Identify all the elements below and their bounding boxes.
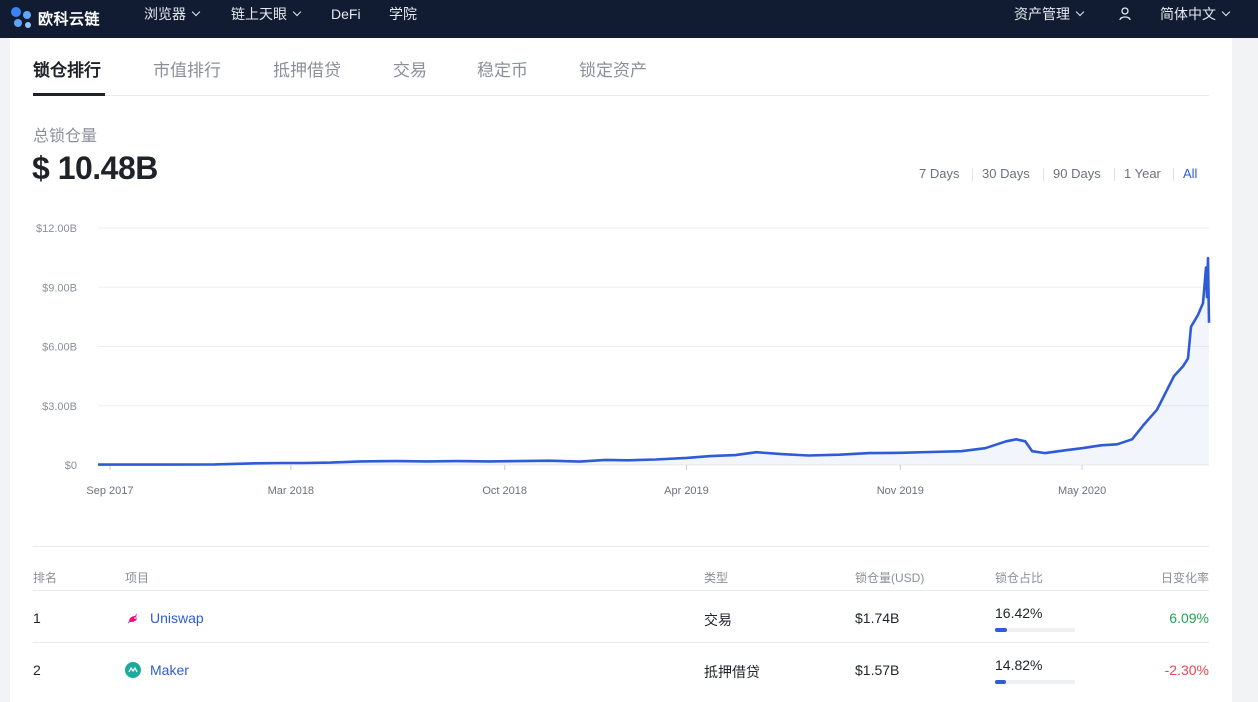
share-progress-bar [995, 680, 1075, 684]
header-rank: 排名 [33, 571, 58, 585]
tvl-ranking-table: 排名 项目 类型 锁仓量(USD) 锁仓占比 日变化率 1 Uniswap 交易… [33, 546, 1209, 684]
chart-gridlines [98, 227, 1209, 466]
chart-series [98, 256, 1211, 466]
uniswap-unicorn-icon [127, 613, 137, 624]
y-tick-label: $6.00B [42, 342, 77, 354]
header-tvl-usd: 锁仓量(USD) [855, 571, 925, 585]
share-cell: 16.42% [995, 605, 1043, 621]
nav-browser-label: 浏览器 [144, 6, 186, 22]
nav-defi-label: DeFi [331, 6, 361, 22]
nav-defi[interactable]: DeFi [331, 0, 361, 38]
x-tick-label: Oct 2018 [482, 485, 527, 497]
nav-onchain-eye[interactable]: 链上天眼 [231, 0, 302, 38]
series-area [98, 258, 1209, 465]
tvl-cell: $1.57B [855, 662, 900, 678]
main-card: 锁仓排行 市值排行 抵押借贷 交易 稳定币 锁定资产 总锁仓量 $ 10.48B… [10, 38, 1232, 702]
x-tick-label: Apr 2019 [664, 485, 709, 497]
maker-icon [125, 662, 141, 678]
share-cell: 14.82% [995, 657, 1043, 673]
x-tick-label: Sep 2017 [86, 485, 133, 497]
share-progress-bar [995, 628, 1075, 632]
y-tick-label: $0 [65, 460, 77, 472]
daily-change-cell: -2.30% [1164, 662, 1209, 678]
chart-y-ticks: $12.00B $9.00B $6.00B $3.00B $0 [36, 223, 77, 472]
top-navbar: 欧科云链 浏览器 链上天眼 DeFi 学院 资产管理 简体中文 [0, 0, 1258, 38]
tvl-cell: $1.74B [855, 610, 900, 626]
y-tick-label: $9.00B [42, 282, 77, 294]
x-tick-label: May 2020 [1058, 485, 1106, 497]
share-progress-fill [995, 628, 1007, 632]
logo-text: 欧科云链 [38, 10, 101, 28]
okcoin-logo[interactable]: 欧科云链 [10, 5, 100, 31]
nav-academy[interactable]: 学院 [389, 0, 417, 38]
x-tick-label: Mar 2018 [268, 485, 314, 497]
rank-cell: 2 [33, 662, 41, 678]
user-icon[interactable] [1119, 7, 1131, 21]
type-cell: 抵押借贷 [704, 664, 760, 680]
y-tick-label: $3.00B [42, 401, 77, 413]
nav-browser[interactable]: 浏览器 [144, 0, 201, 38]
table-row[interactable]: 1 Uniswap 交易 $1.74B 16.42% 6.09% [33, 590, 1209, 642]
header-daily-change: 日变化率 [1160, 571, 1209, 585]
chevron-down-icon [1075, 7, 1085, 17]
language-label: 简体中文 [1160, 6, 1216, 22]
y-tick-label: $12.00B [36, 223, 77, 235]
nav-asset-management[interactable]: 资产管理 [1014, 0, 1085, 38]
daily-change-cell: 6.09% [1169, 610, 1209, 626]
chevron-down-icon [1221, 7, 1231, 17]
language-selector[interactable]: 简体中文 [1160, 0, 1231, 38]
header-type: 类型 [704, 571, 729, 585]
project-link-uniswap[interactable]: Uniswap [150, 610, 204, 626]
nav-asset-management-label: 资产管理 [1014, 6, 1070, 22]
project-link-maker[interactable]: Maker [150, 662, 189, 678]
chart-x-ticks: Sep 2017 Mar 2018 Oct 2018 Apr 2019 Nov 2019… [86, 465, 1106, 497]
chevron-down-icon [292, 7, 302, 17]
tvl-line-chart: $12.00B $9.00B $6.00B $3.00B $0 Sep 2017 Mar … [36, 223, 1211, 497]
rank-cell: 1 [33, 610, 41, 626]
share-progress-fill [995, 680, 1006, 684]
tvl-series-line [98, 256, 1211, 466]
nav-onchain-eye-label: 链上天眼 [231, 6, 287, 22]
x-tick-label: Nov 2019 [877, 485, 924, 497]
header-project: 项目 [125, 571, 150, 585]
nav-academy-label: 学院 [389, 6, 417, 22]
table-row[interactable]: 2 Maker 抵押借贷 $1.57B 14.82% -2.30% [33, 642, 1209, 694]
chevron-down-icon [191, 7, 201, 17]
header-tvl-share: 锁仓占比 [995, 571, 1044, 585]
type-cell: 交易 [704, 612, 732, 628]
logo-icon [11, 7, 31, 28]
